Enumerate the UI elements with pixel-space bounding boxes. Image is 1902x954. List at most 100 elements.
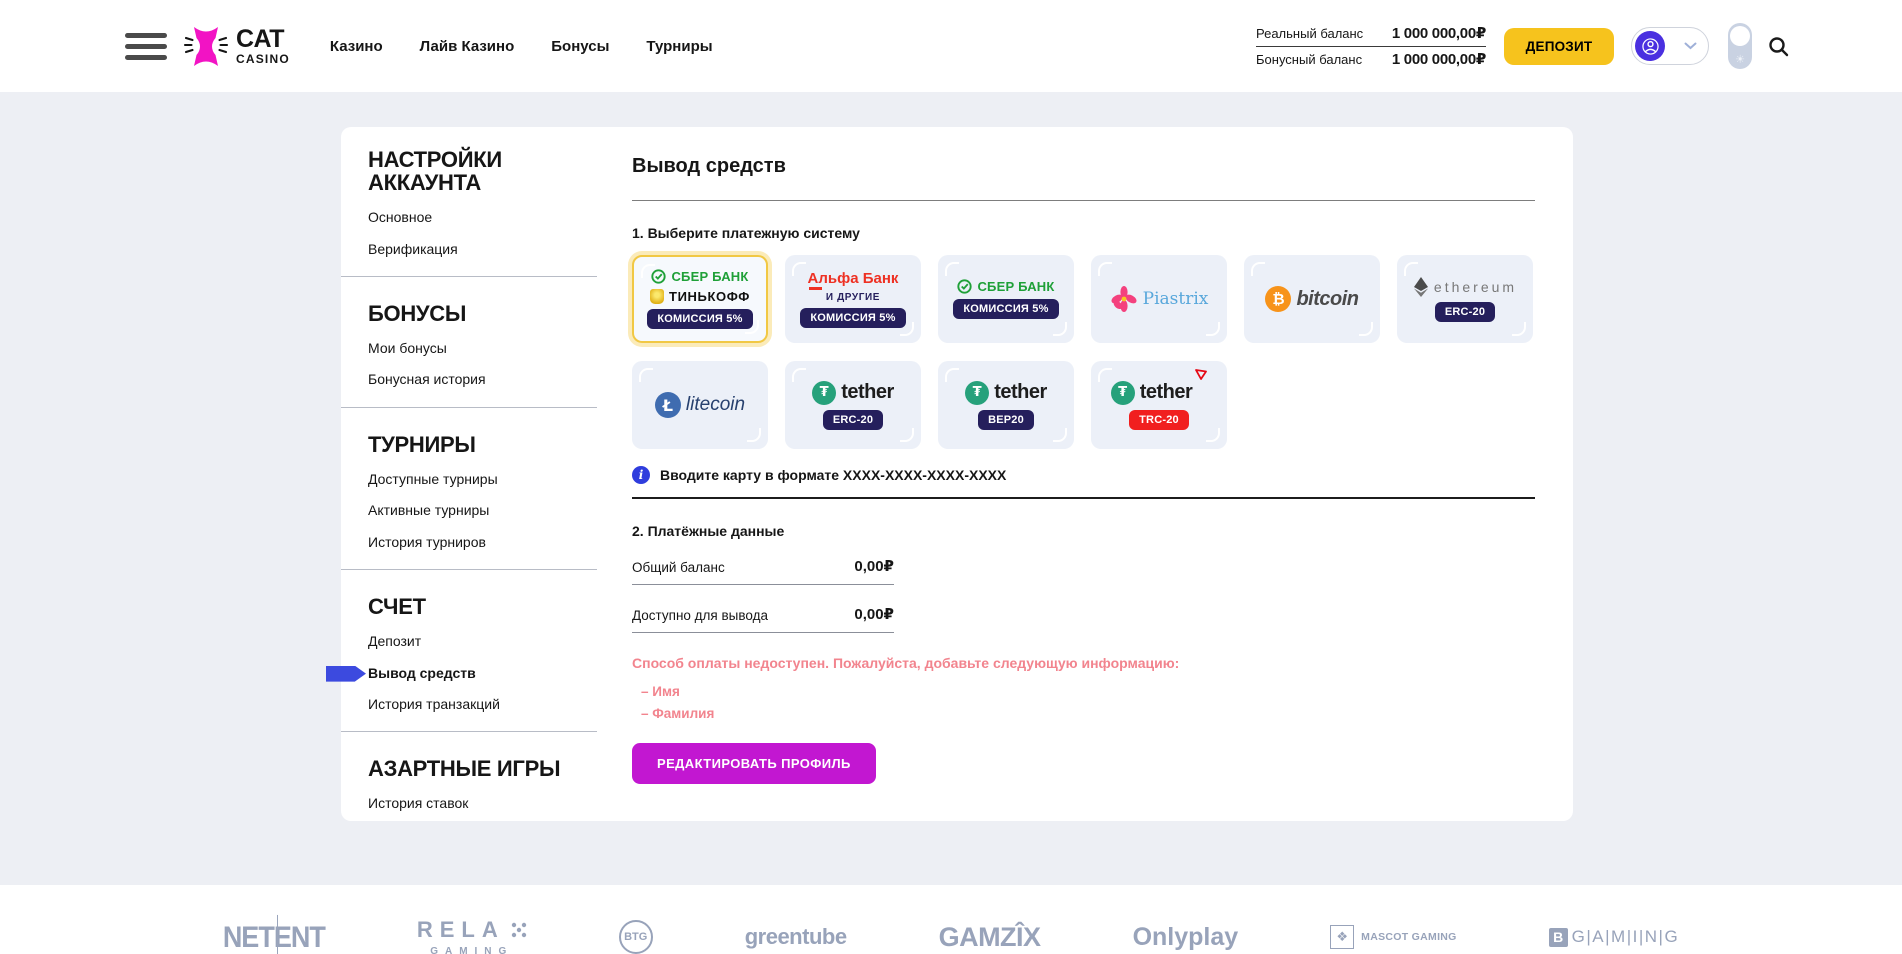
provider-greentube[interactable]: greentube (745, 924, 847, 950)
missing-field-last-name: Фамилия (632, 706, 1535, 721)
provider-gamzix[interactable]: GAMZÎX (939, 922, 1041, 953)
logo-title: CAT (236, 27, 290, 52)
btg-badge-icon: BTG (619, 920, 653, 954)
search-icon (1767, 35, 1790, 58)
network-badge: BEP20 (978, 410, 1034, 430)
provider-relax-gaming[interactable]: RELA GAMING (417, 917, 527, 954)
missing-field-first-name: Имя (632, 684, 1535, 699)
logo-subtitle: CASINO (236, 53, 290, 65)
payment-method-litecoin[interactable]: Ł litecoin (632, 361, 768, 449)
total-balance-label: Общий баланс (632, 560, 725, 575)
relax-x-dots-icon (511, 922, 527, 938)
payment-method-sber-tinkoff[interactable]: СБЕР БАНК ТИНЬКОФФ КОМИССИЯ 5% (632, 255, 768, 343)
provider-onlyplay[interactable]: Onlyplay (1133, 923, 1239, 952)
nav-live-casino[interactable]: Лайв Казино (420, 38, 515, 55)
sun-icon (1728, 53, 1752, 66)
menu-button[interactable] (125, 33, 167, 60)
sidebar-section-account: СЧЕТ (368, 595, 563, 618)
active-item-marker (326, 666, 366, 682)
nav-casino[interactable]: Казино (330, 38, 383, 55)
sidebar-item-withdrawal[interactable]: Вывод средств (368, 666, 632, 681)
nav-bonuses[interactable]: Бонусы (551, 38, 609, 55)
sidebar-item-main[interactable]: Основное (368, 210, 632, 225)
real-balance-value: 1 000 000,00₽ (1392, 24, 1486, 42)
step1-label: 1. Выберите платежную систему (632, 225, 1535, 241)
sidebar-item-bonus-history[interactable]: Бонусная история (368, 372, 632, 387)
payment-unavailable-warning: Способ оплаты недоступен. Пожалуйста, до… (632, 655, 1535, 671)
sidebar-item-available-tournaments[interactable]: Доступные турниры (368, 472, 632, 487)
commission-badge: КОМИССИЯ 5% (800, 308, 905, 328)
commission-badge: КОМИССИЯ 5% (953, 299, 1058, 319)
tether-icon: ₮ (812, 381, 836, 405)
theme-toggle[interactable] (1728, 23, 1752, 69)
payment-method-tether-erc20[interactable]: ₮ tether ERC-20 (785, 361, 921, 449)
balance-block: Реальный баланс 1 000 000,00₽ Бонусный б… (1256, 21, 1486, 72)
provider-netent[interactable]: NETENT (223, 920, 325, 954)
sidebar-item-transaction-history[interactable]: История транзакций (368, 697, 632, 712)
sidebar-divider (341, 276, 597, 277)
bitcoin-icon: ₿ (1265, 286, 1291, 312)
sidebar-item-my-bonuses[interactable]: Мои бонусы (368, 341, 632, 356)
payment-method-bitcoin[interactable]: ₿ bitcoin (1244, 255, 1380, 343)
sidebar-item-verification[interactable]: Верификация (368, 242, 632, 257)
account-panel: НАСТРОЙКИ АККАУНТА Основное Верификация … (341, 127, 1573, 821)
piastrix-flower-icon (1110, 285, 1138, 313)
network-badge: ERC-20 (823, 410, 883, 430)
payment-method-piastrix[interactable]: Piastrix (1091, 255, 1227, 343)
sidebar-item-tournament-history[interactable]: История турниров (368, 535, 632, 550)
user-icon (1642, 38, 1659, 55)
divider (632, 200, 1535, 201)
bonus-balance-value: 1 000 000,00₽ (1392, 50, 1486, 68)
tron-icon (1195, 369, 1207, 380)
payment-method-sber[interactable]: СБЕР БАНК КОМИССИЯ 5% (938, 255, 1074, 343)
payment-method-tether-bep20[interactable]: ₮ tether BEP20 (938, 361, 1074, 449)
bgaming-b-icon: B (1549, 928, 1568, 947)
sidebar-section-gambling: АЗАРТНЫЕ ИГРЫ (368, 757, 563, 780)
tether-icon: ₮ (1111, 381, 1135, 405)
cat-logo-icon (183, 23, 229, 69)
alfabank-logo: Альфа Банк (808, 270, 899, 287)
available-balance-row: Доступно для вывода 0,00₽ (632, 605, 894, 633)
logo[interactable]: CAT CASINO (183, 23, 290, 69)
litecoin-icon: Ł (655, 392, 681, 418)
nav-tournaments[interactable]: Турниры (646, 38, 712, 55)
payment-method-tether-trc20[interactable]: ₮ tether TRC-20 (1091, 361, 1227, 449)
deposit-button[interactable]: ДЕПОЗИТ (1504, 28, 1614, 65)
bonus-balance-row: Бонусный баланс 1 000 000,00₽ (1256, 47, 1486, 72)
total-balance-row: Общий баланс 0,00₽ (632, 557, 894, 585)
payment-method-ethereum[interactable]: ethereum ERC-20 (1397, 255, 1533, 343)
search-button[interactable] (1767, 35, 1790, 58)
sidebar-section-tournaments: ТУРНИРЫ (368, 433, 563, 456)
avatar (1635, 31, 1665, 61)
provider-btg[interactable]: BTG (619, 920, 653, 954)
total-balance-value: 0,00₽ (854, 557, 894, 575)
network-badge: TRC-20 (1129, 410, 1189, 430)
sberbank-icon (651, 269, 666, 284)
info-icon (632, 466, 650, 484)
provider-mascot-gaming[interactable]: ❖ MASCOT GAMING (1330, 925, 1456, 949)
sidebar-divider (341, 731, 597, 732)
sidebar-section-account-settings: НАСТРОЙКИ АККАУНТА (368, 148, 563, 194)
sidebar-item-bet-history[interactable]: История ставок (368, 796, 632, 811)
sidebar-item-deposit[interactable]: Депозит (368, 634, 632, 649)
header: CAT CASINO Казино Лайв Казино Бонусы Тур… (0, 0, 1902, 92)
bonus-balance-label: Бонусный баланс (1256, 52, 1362, 67)
edit-profile-button[interactable]: РЕДАКТИРОВАТЬ ПРОФИЛЬ (632, 743, 876, 784)
card-format-hint: Вводите карту в формате XXXX-XXXX-XXXX-X… (632, 466, 1535, 484)
real-balance-label: Реальный баланс (1256, 26, 1363, 41)
sidebar-section-bonuses: БОНУСЫ (368, 302, 563, 325)
provider-bgaming[interactable]: B G|A|M|I|N|G (1549, 927, 1680, 947)
tinkoff-icon (650, 289, 664, 304)
available-balance-label: Доступно для вывода (632, 608, 768, 623)
payment-method-alfa[interactable]: Альфа Банк И ДРУГИЕ КОМИССИЯ 5% (785, 255, 921, 343)
account-menu[interactable] (1631, 27, 1709, 65)
page-title: Вывод средств (632, 155, 1535, 178)
real-balance-row: Реальный баланс 1 000 000,00₽ (1256, 21, 1486, 47)
missing-fields-list: Имя Фамилия (632, 684, 1535, 721)
chevron-down-icon (1684, 42, 1697, 50)
tether-icon: ₮ (965, 381, 989, 405)
withdrawal-content: Вывод средств 1. Выберите платежную сист… (632, 127, 1573, 821)
payment-methods-grid: СБЕР БАНК ТИНЬКОФФ КОМИССИЯ 5% Альфа Бан… (632, 255, 1535, 449)
ethereum-icon (1413, 277, 1429, 297)
sidebar-item-active-tournaments[interactable]: Активные турниры (368, 503, 632, 518)
